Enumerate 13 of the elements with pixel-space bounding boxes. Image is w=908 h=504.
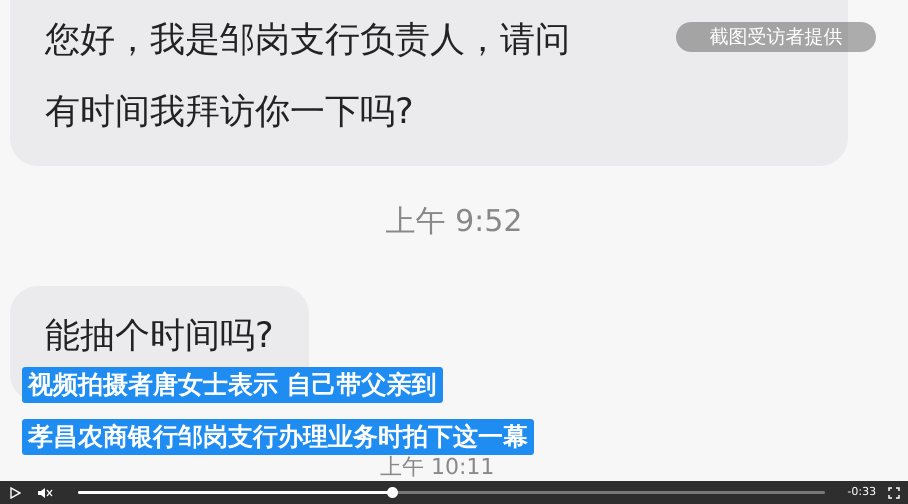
remaining-time: -0:33 [847,484,876,500]
subtitle: 视频拍摄者唐女士表示 自己带父亲到 [22,367,443,403]
progress-thumb[interactable] [386,487,398,498]
muted-speaker-icon [36,486,53,498]
timestamp: 上午 9:52 [386,203,522,241]
subtitle: 孝昌农商银行邹岗支行办理业务时拍下这一幕 [22,419,534,455]
message-text: 您好，我是邹岗支行负责人，请问 [45,19,570,62]
source-badge: 截图受访者提供 [676,22,876,52]
fullscreen-button[interactable] [886,484,902,500]
message-text: 能抽个时间吗? [45,315,274,358]
play-icon [8,486,21,498]
timestamp: 上午 10:11 [380,456,494,480]
message-text: 有时间我拜访你一下吗? [45,91,414,134]
